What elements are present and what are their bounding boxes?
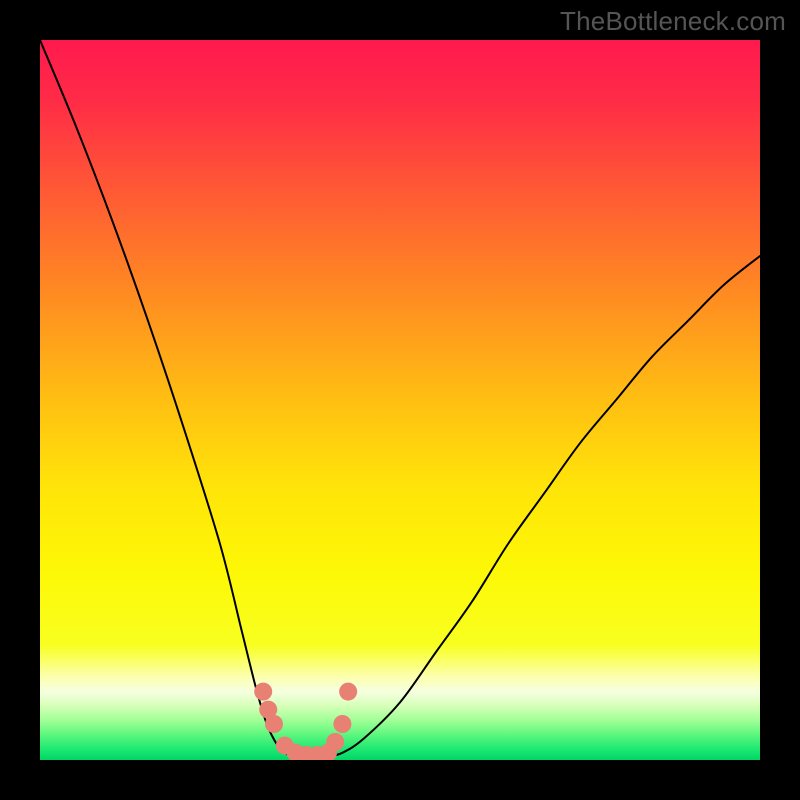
watermark-text: TheBottleneck.com [560, 6, 786, 37]
chart-frame: TheBottleneck.com [0, 0, 800, 800]
plot-svg [40, 40, 760, 760]
marker-dot [333, 715, 351, 733]
marker-dot [339, 683, 357, 701]
marker-dot [254, 683, 272, 701]
marker-dot [326, 733, 344, 751]
gradient-background [40, 40, 760, 760]
plot-area [40, 40, 760, 760]
marker-dot [265, 715, 283, 733]
